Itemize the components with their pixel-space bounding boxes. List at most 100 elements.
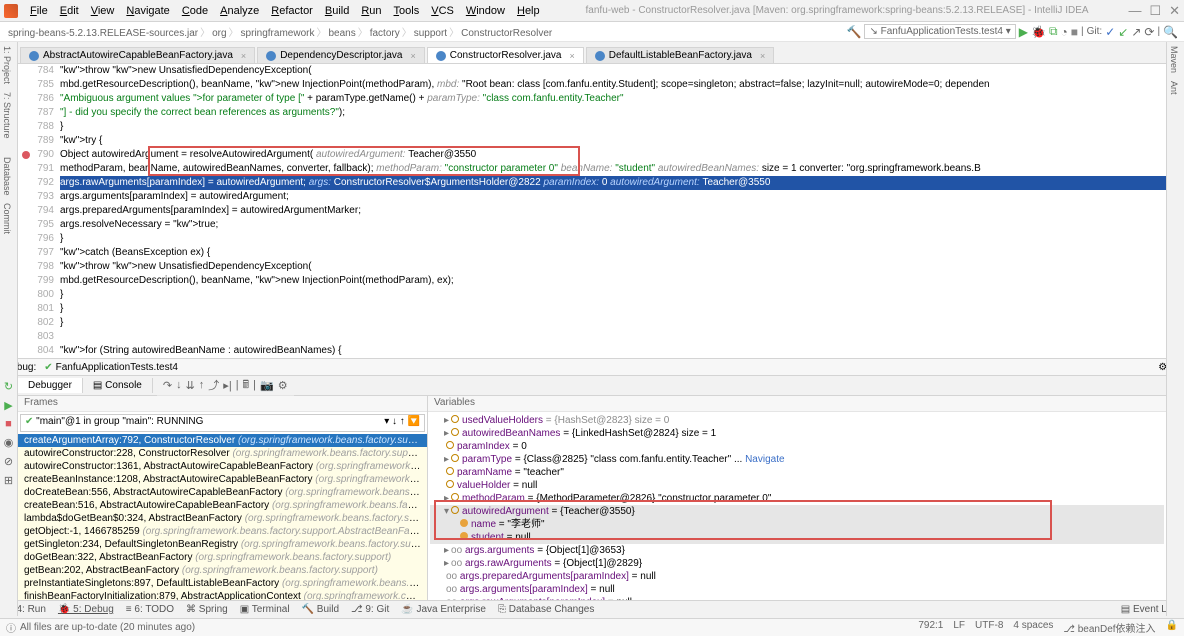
force-step-icon[interactable]: ⇊ [186,379,195,392]
thread-dump-icon[interactable]: 📷 [260,379,274,392]
close-icon[interactable]: ✕ [1169,3,1180,19]
resume-icon[interactable]: ▶ [4,399,12,412]
search-icon[interactable]: 🔍 [1163,25,1178,39]
tool-tab-spring[interactable]: ⌘ Spring [186,604,228,615]
editor-tab[interactable]: ConstructorResolver.java× [427,47,584,63]
stop-icon[interactable]: ■ [1071,25,1078,39]
ant-tool[interactable]: Ant [1167,77,1181,99]
stack-frame[interactable]: createBeanInstance:1208, AbstractAutowir… [18,473,427,486]
variable-row[interactable]: ▸oo args.arguments = {Object[1]@3653} [430,544,1164,557]
variable-row[interactable]: paramIndex = 0 [430,440,1164,453]
tool-tab-database-changes[interactable]: ⎘ Database Changes [498,604,594,615]
run-to-cursor-icon[interactable]: ▸| [223,379,231,392]
git-history-icon[interactable]: ⟳ [1144,25,1154,39]
console-tab[interactable]: ▤ Console [83,378,153,393]
maven-tool[interactable]: Maven [1167,42,1181,77]
mute-breakpoints-icon[interactable]: ⊘ [4,455,13,468]
menu-vcs[interactable]: VCS [425,5,460,17]
variable-row[interactable]: paramName = "teacher" [430,466,1164,479]
stack-frame[interactable]: getObject:-1, 1466785259 (org.springfram… [18,525,427,538]
stack-frame[interactable]: doCreateBean:556, AbstractAutowireCapabl… [18,486,427,499]
variable-row[interactable]: student = null [430,531,1164,544]
editor-tab[interactable]: DependencyDescriptor.java× [257,47,425,63]
coverage-icon[interactable]: ⧉ [1049,24,1058,39]
menu-analyze[interactable]: Analyze [214,5,265,17]
menu-run[interactable]: Run [355,5,387,17]
run-config-selector[interactable]: ↘ FanfuApplicationTests.test4 ▾ [864,24,1015,39]
file-encoding[interactable]: UTF-8 [975,620,1003,635]
menu-navigate[interactable]: Navigate [120,5,175,17]
variable-row[interactable]: ▸oo args.rawArguments = {Object[1]@2829} [430,557,1164,570]
variable-row[interactable]: ▸autowiredBeanNames = {LinkedHashSet@282… [430,427,1164,440]
stack-frame[interactable]: createArgumentArray:792, ConstructorReso… [18,434,427,447]
tool-tab-debug[interactable]: 🐞 5: Debug [58,604,114,615]
variable-row[interactable]: ▸usedValueHolders = {HashSet@2823} size … [430,414,1164,427]
variable-row[interactable]: ▾autowiredArgument = {Teacher@3550} [430,505,1164,518]
variable-row[interactable]: oo args.arguments[paramIndex] = null [430,583,1164,596]
stack-frame[interactable]: autowireConstructor:1361, AbstractAutowi… [18,460,427,473]
crumb[interactable]: ConstructorResolver [461,28,552,39]
crumb[interactable]: factory [370,28,400,39]
stack-frame[interactable]: getBean:202, AbstractBeanFactory (org.sp… [18,564,427,577]
commit-tool[interactable]: Commit [0,199,14,238]
tool-tab-java-enterprise[interactable]: ☕ Java Enterprise [401,604,486,615]
stack-frame[interactable]: autowireConstructor:228, ConstructorReso… [18,447,427,460]
project-tool[interactable]: 1: Project [0,42,14,88]
drop-frame-icon[interactable]: ⤴ [208,377,219,393]
menu-edit[interactable]: Edit [54,5,85,17]
profile-icon[interactable]: ◔ [1061,25,1068,39]
tool-tab-terminal[interactable]: ▣ Terminal [240,604,290,615]
menu-refactor[interactable]: Refactor [265,5,319,17]
rerun-icon[interactable]: ↻ [4,380,13,393]
minimize-icon[interactable]: — [1128,3,1141,19]
maximize-icon[interactable]: ☐ [1149,3,1161,19]
editor-tab[interactable]: AbstractAutowireCapableBeanFactory.java× [20,47,255,63]
crumb[interactable]: org [212,28,226,39]
close-tab-icon[interactable]: × [410,51,415,61]
view-breakpoints-icon[interactable]: ◉ [4,436,14,449]
step-over-icon[interactable]: ↷ [163,379,172,392]
stop-debug-icon[interactable]: ■ [5,418,12,430]
crumb[interactable]: beans [328,28,355,39]
line-separator[interactable]: LF [953,620,965,635]
crumb[interactable]: spring-beans-5.2.13.RELEASE-sources.jar [8,28,198,39]
evaluate-icon[interactable]: 🖩 [243,376,250,395]
hammer-icon[interactable]: 🔨 [847,25,862,39]
git-commit-icon[interactable]: ↙ [1118,25,1128,39]
tool-tab-git[interactable]: ⎇ 9: Git [351,604,389,615]
indent-info[interactable]: 4 spaces [1013,620,1053,635]
crumb[interactable]: support [414,28,447,39]
lock-icon[interactable]: 🔒 [1166,620,1178,635]
tool-tab-todo[interactable]: ≡ 6: TODO [126,604,174,615]
menu-help[interactable]: Help [511,5,546,17]
stack-frame[interactable]: lambda$doGetBean$0:324, AbstractBeanFact… [18,512,427,525]
git-update-icon[interactable]: ✓ [1105,25,1115,39]
editor-tab[interactable]: DefaultListableBeanFactory.java× [586,47,775,63]
variable-row[interactable]: valueHolder = null [430,479,1164,492]
variable-row[interactable]: ▸methodParam = {MethodParameter@2826} "c… [430,492,1164,505]
stack-frame[interactable]: preInstantiateSingletons:897, DefaultLis… [18,577,427,590]
thread-selector[interactable]: ✔ "main"@1 in group "main": RUNNING ▾ ↓ … [20,414,425,432]
layout-icon[interactable]: ⊞ [4,474,13,487]
debugger-tab[interactable]: Debugger [18,378,83,393]
caret-position[interactable]: 792:1 [918,620,943,635]
variable-row[interactable]: oo args.preparedArguments[paramIndex] = … [430,570,1164,583]
menu-file[interactable]: File [24,5,54,17]
menu-code[interactable]: Code [176,5,214,17]
menu-view[interactable]: View [85,5,121,17]
structure-tool[interactable]: 7: Structure [0,88,14,143]
crumb[interactable]: springframework [241,28,315,39]
step-into-icon[interactable]: ↓ [176,379,182,391]
variable-row[interactable]: ▸paramType = {Class@2825} "class com.fan… [430,453,1164,466]
code-editor[interactable]: 7847857867877887897907917927937947957967… [18,64,1166,358]
close-tab-icon[interactable]: × [760,51,765,61]
variable-row[interactable]: name = "李老师" [430,518,1164,531]
step-out-icon[interactable]: ↑ [199,379,205,391]
close-tab-icon[interactable]: × [241,51,246,61]
menu-tools[interactable]: Tools [388,5,426,17]
menu-build[interactable]: Build [319,5,355,17]
settings-icon[interactable]: ⚙ [278,379,288,392]
close-tab-icon[interactable]: × [569,51,574,61]
git-push-icon[interactable]: ↗ [1131,25,1141,39]
tool-tab-build[interactable]: 🔨 Build [302,604,339,615]
